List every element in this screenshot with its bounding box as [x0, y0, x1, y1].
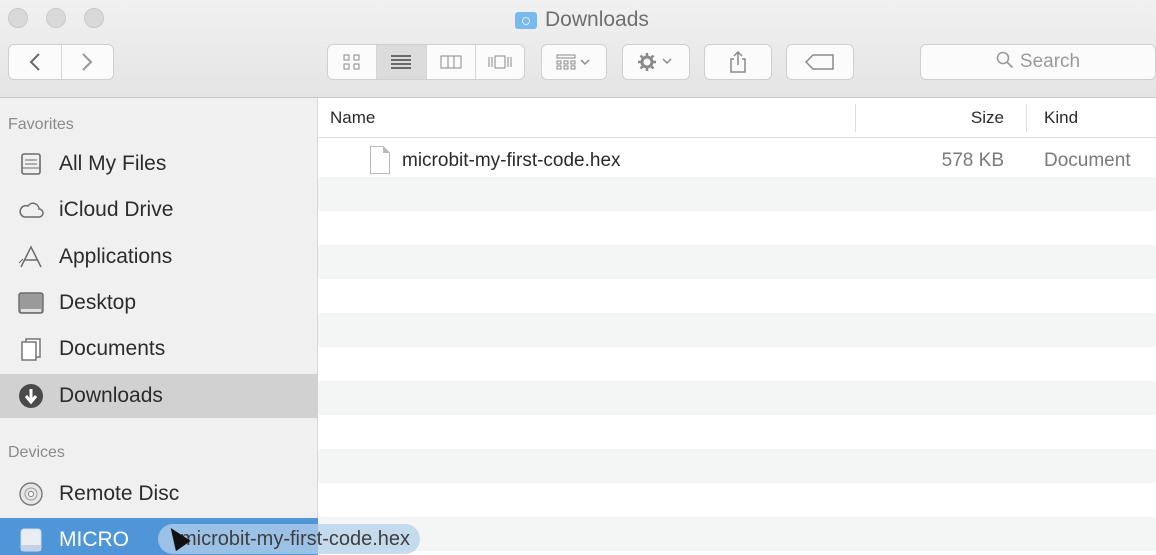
empty-row [318, 279, 1156, 313]
devices-header: Devices [8, 444, 65, 461]
desktop-icon [17, 289, 45, 317]
empty-row [318, 177, 1156, 211]
column-header-name[interactable]: Name [330, 108, 375, 128]
search-field[interactable]: Search [920, 44, 1156, 80]
disc-icon [17, 480, 45, 508]
column-header-size[interactable]: Size [971, 108, 1004, 128]
list-view-button[interactable] [377, 45, 427, 79]
tag-button[interactable] [786, 44, 854, 80]
column-view-button[interactable] [427, 45, 476, 79]
document-icon [370, 146, 390, 174]
sidebar-item-label: Remote Disc [59, 482, 180, 505]
column-divider[interactable] [1026, 104, 1027, 132]
toolbar: Downloads Search [0, 0, 1156, 98]
action-button[interactable] [622, 44, 690, 80]
downloads-icon [17, 382, 45, 410]
empty-row [318, 483, 1156, 517]
window-title: Downloads [515, 8, 649, 32]
sidebar: Favorites All My Files iCloud Drive Appl… [0, 98, 318, 555]
sidebar-item-label: Downloads [59, 384, 163, 407]
empty-row [318, 415, 1156, 449]
window-title-label: Downloads [545, 8, 649, 31]
sidebar-item-label: iCloud Drive [59, 198, 174, 221]
empty-row [318, 449, 1156, 483]
list-view-icon [391, 55, 412, 69]
list-header: Name Size Kind [318, 98, 1156, 138]
sidebar-item-remote-disc[interactable]: Remote Disc [0, 472, 318, 516]
chevron-right-icon [82, 53, 93, 71]
file-list: Name Size Kind microbit-my-first-code.he… [318, 98, 1156, 555]
downloads-folder-icon [515, 11, 537, 29]
sidebar-item-downloads[interactable]: Downloads [0, 374, 318, 418]
back-button[interactable] [9, 45, 62, 79]
sidebar-item-label: MICRO [59, 528, 129, 551]
empty-row [318, 381, 1156, 415]
sidebar-item-label: Desktop [59, 291, 137, 314]
share-icon [730, 51, 746, 73]
tag-icon [805, 54, 834, 70]
favorites-header: Favorites [8, 116, 74, 133]
all-files-icon [17, 150, 45, 178]
arrange-button[interactable] [541, 44, 607, 80]
forward-button[interactable] [62, 45, 114, 79]
cover-flow-button[interactable] [476, 45, 524, 79]
column-divider[interactable] [855, 104, 856, 132]
column-view-icon [440, 55, 462, 69]
search-icon [996, 51, 1014, 74]
empty-row [318, 313, 1156, 347]
close-window-button[interactable] [8, 8, 28, 28]
sidebar-item-label: All My Files [59, 152, 167, 175]
empty-row [318, 347, 1156, 381]
zoom-window-button[interactable] [84, 8, 104, 28]
column-header-kind[interactable]: Kind [1044, 108, 1078, 128]
drive-icon [17, 526, 45, 554]
empty-row [318, 211, 1156, 245]
icon-view-button[interactable] [328, 45, 378, 79]
minimize-window-button[interactable] [46, 8, 66, 28]
empty-row [318, 245, 1156, 279]
sidebar-item-all-my-files[interactable]: All My Files [0, 142, 318, 186]
arrange-icon [556, 54, 590, 70]
share-button[interactable] [704, 44, 772, 80]
file-kind: Document [1044, 150, 1131, 171]
gear-icon [638, 53, 672, 71]
sidebar-item-label: Documents [59, 337, 166, 360]
finder-window: Downloads Search Favorites All My Files … [0, 0, 1156, 555]
applications-icon [17, 243, 45, 271]
documents-icon [17, 335, 45, 363]
drag-ghost-label: microbit-my-first-code.hex [158, 524, 421, 554]
icon-view-icon [343, 54, 360, 70]
chevron-left-icon [29, 53, 40, 71]
sidebar-item-desktop[interactable]: Desktop [0, 281, 318, 325]
view-mode-control [327, 44, 525, 80]
sidebar-item-documents[interactable]: Documents [0, 327, 318, 371]
file-row[interactable]: microbit-my-first-code.hex 578 KB Docume… [318, 143, 1156, 177]
sidebar-item-applications[interactable]: Applications [0, 235, 318, 279]
file-name: microbit-my-first-code.hex [402, 150, 621, 171]
cloud-icon [17, 196, 45, 224]
sidebar-item-icloud-drive[interactable]: iCloud Drive [0, 188, 318, 232]
file-size: 578 KB [941, 150, 1004, 171]
nav-buttons [8, 44, 114, 80]
empty-row [318, 517, 1156, 551]
cover-flow-icon [488, 55, 512, 69]
search-placeholder: Search [1019, 51, 1081, 72]
sidebar-item-label: Applications [59, 245, 173, 268]
